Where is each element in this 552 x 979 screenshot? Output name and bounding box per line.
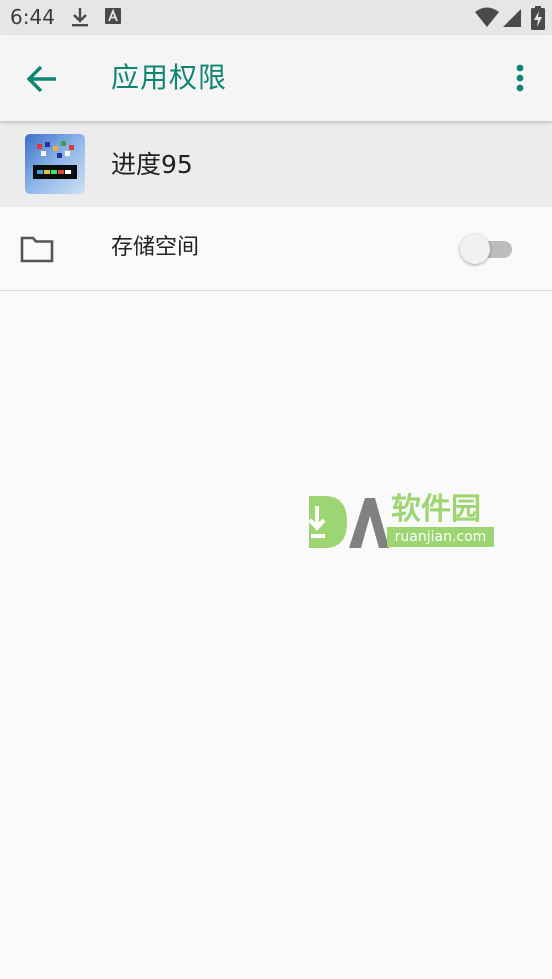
storage-toggle[interactable] [460,231,516,267]
wifi-icon [475,7,499,27]
font-a-icon [105,8,121,24]
app-bar: 应用权限 [0,35,552,121]
toggle-thumb [460,234,490,264]
app-name: 进度95 [111,150,193,179]
folder-icon [20,236,54,263]
battery-charging-icon [531,6,545,30]
download-icon [72,8,88,27]
arrow-back-icon[interactable] [20,57,64,101]
app-header: 进度95 [0,121,552,207]
more-vert-icon[interactable] [505,57,535,101]
status-time: 6:44 [10,5,55,29]
divider [0,290,552,291]
page-title: 应用权限 [111,61,228,94]
watermark-text-cn: 软件园 [391,492,481,527]
signal-icon [503,9,521,27]
app-icon [25,134,85,194]
permission-row-storage[interactable]: 存储空间 [0,207,552,290]
watermark-logo-icon [308,496,389,548]
permission-label: 存储空间 [111,235,200,260]
watermark: 软件园 ruanjian.com [303,492,498,552]
status-bar: 6:44 [0,0,552,35]
watermark-text-en: ruanjian.com [387,527,494,547]
